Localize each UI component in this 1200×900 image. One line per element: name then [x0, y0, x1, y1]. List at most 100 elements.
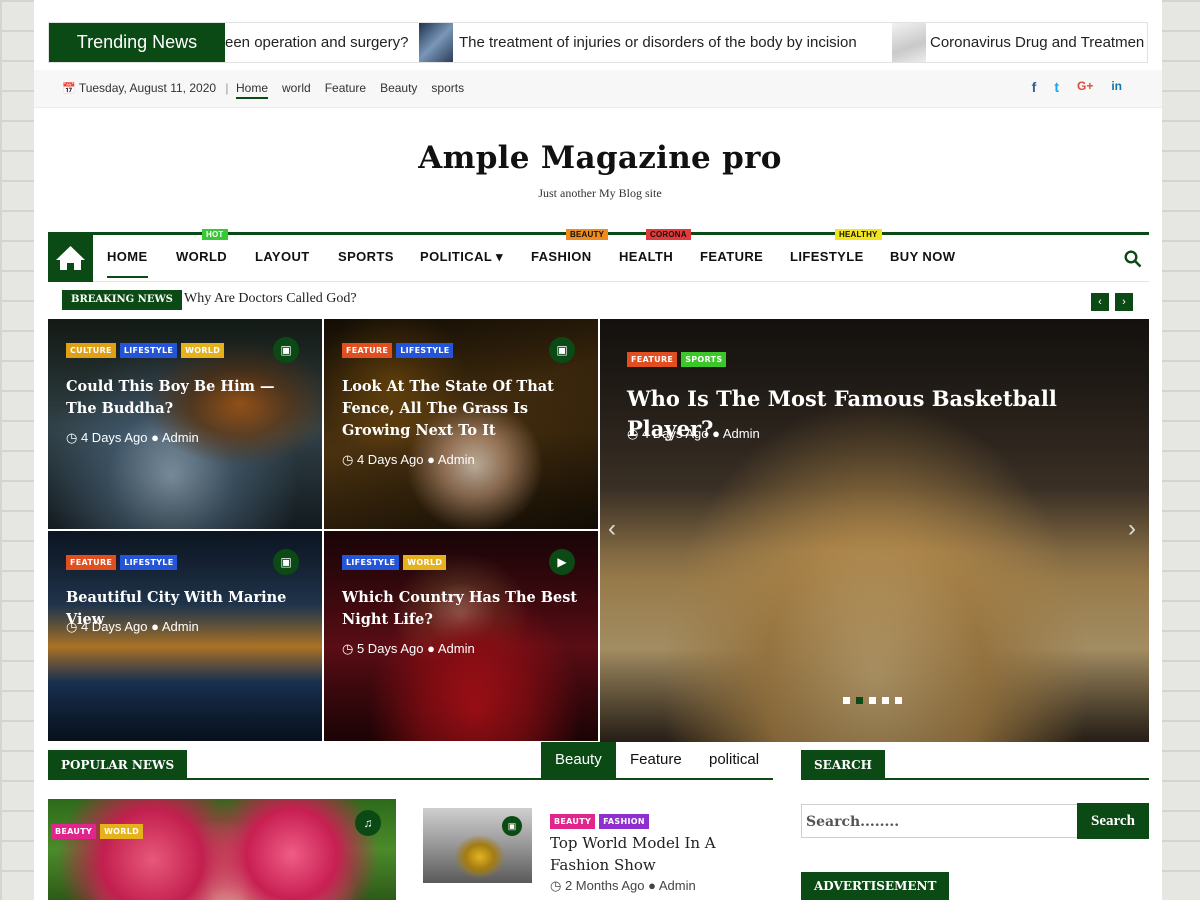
tab-political[interactable]: political	[695, 742, 773, 778]
nav-political[interactable]: POLITICAL ▾	[420, 249, 503, 265]
slider-prev-arrow[interactable]: ‹	[608, 515, 616, 543]
breaking-prev-button[interactable]: ‹	[1091, 293, 1109, 311]
clock-icon: ◷	[66, 430, 78, 445]
nav-layout[interactable]: LAYOUT	[255, 249, 310, 264]
trending-label: Trending News	[49, 23, 225, 62]
tag-world[interactable]: WORLD	[100, 824, 144, 839]
card-meta: ◷ 4 Days Ago ● Admin	[66, 619, 199, 635]
tab-beauty[interactable]: Beauty	[541, 742, 616, 778]
tag-sports[interactable]: SPORTS	[681, 352, 727, 367]
nav-health[interactable]: HEALTH	[619, 249, 673, 264]
home-button[interactable]	[48, 234, 93, 282]
popular-big-card[interactable]: BEAUTY WORLD ♫	[48, 799, 396, 900]
image-icon: ▣	[502, 816, 522, 836]
popular-news-heading: POPULAR NEWS	[48, 750, 188, 780]
tag-feature[interactable]: FEATURE	[342, 343, 393, 358]
tag-culture[interactable]: CULTURE	[66, 343, 116, 358]
twitter-icon[interactable]: t	[1054, 79, 1059, 95]
popular-item-thumbnail[interactable]: ▣	[423, 808, 532, 883]
trending-item[interactable]: Coronavirus Drug and Treatmen	[930, 23, 1144, 62]
google-plus-icon[interactable]: G+	[1077, 79, 1093, 95]
search-divider	[801, 778, 1149, 780]
card-title[interactable]: Look At The State Of That Fence, All The…	[342, 376, 582, 442]
top-nav-home[interactable]: Home	[236, 81, 269, 99]
tag-world[interactable]: WORLD	[181, 343, 225, 358]
tag-lifestyle[interactable]: LIFESTYLE	[396, 343, 454, 358]
search-input[interactable]: Search........	[801, 804, 1078, 838]
badge-healthy: HEALTHY	[835, 229, 882, 240]
card-author[interactable]: Admin	[162, 619, 199, 634]
tag-feature[interactable]: FEATURE	[66, 555, 117, 570]
nav-sports[interactable]: SPORTS	[338, 249, 394, 264]
nav-feature[interactable]: FEATURE	[700, 249, 763, 264]
tag-fashion[interactable]: FASHION	[599, 814, 649, 829]
article-card[interactable]: LIFESTYLE WORLD ▶ Which Country Has The …	[324, 531, 598, 741]
audio-icon: ♫	[355, 810, 381, 836]
slider-dot[interactable]	[882, 697, 889, 704]
tag-beauty[interactable]: BEAUTY	[51, 824, 97, 839]
tag-lifestyle[interactable]: LIFESTYLE	[119, 343, 178, 358]
search-button[interactable]: Search	[1077, 803, 1149, 839]
site-title[interactable]: Ample Magazine pro	[0, 140, 1200, 176]
slider-dot[interactable]	[843, 697, 850, 704]
search-heading: SEARCH	[801, 750, 885, 780]
popular-item-author[interactable]: Admin	[659, 878, 696, 893]
slider-author[interactable]: Admin	[723, 426, 760, 441]
card-title[interactable]: Could This Boy Be Him — The Buddha?	[66, 376, 301, 420]
nav-lifestyle[interactable]: LIFESTYLE	[790, 249, 864, 264]
user-icon: ●	[151, 430, 159, 445]
card-author[interactable]: Admin	[162, 430, 199, 445]
popular-item-tags: BEAUTY FASHION	[550, 814, 649, 829]
image-icon: ▣	[273, 337, 299, 363]
top-nav-beauty[interactable]: Beauty	[380, 81, 417, 99]
user-icon: ●	[151, 619, 159, 634]
nav-home[interactable]: HOME	[107, 249, 148, 278]
nav-world[interactable]: WORLD	[176, 249, 227, 264]
slider-dot[interactable]	[895, 697, 902, 704]
calendar-icon: 📅	[62, 83, 76, 95]
card-tags: FEATURE LIFESTYLE	[342, 343, 454, 358]
top-nav-feature[interactable]: Feature	[325, 81, 366, 99]
tag-world[interactable]: WORLD	[403, 555, 447, 570]
top-nav-world[interactable]: world	[282, 81, 311, 99]
article-card[interactable]: FEATURE LIFESTYLE ▣ Look At The State Of…	[324, 319, 598, 529]
popular-item-title[interactable]: Top World Model In A Fashion Show	[550, 832, 770, 876]
popular-divider	[48, 778, 773, 780]
featured-slider[interactable]: FEATURE SPORTS Who Is The Most Famous Ba…	[600, 319, 1149, 742]
trending-item[interactable]: The treatment of injuries or disorders o…	[459, 23, 857, 62]
date-display: 📅 Tuesday, August 11, 2020 |	[62, 81, 229, 95]
popular-big-tags: BEAUTY WORLD	[51, 824, 144, 839]
slider-time: 4 Days Ago	[641, 426, 709, 441]
tag-lifestyle[interactable]: LIFESTYLE	[342, 555, 400, 570]
nav-buy-now[interactable]: BUY NOW	[890, 249, 955, 264]
linkedin-icon[interactable]: in	[1111, 79, 1122, 95]
card-title[interactable]: Which Country Has The Best Night Life?	[342, 587, 587, 631]
card-tags: FEATURE LIFESTYLE	[66, 555, 178, 570]
tag-feature[interactable]: FEATURE	[627, 352, 678, 367]
chevron-down-icon: ▾	[496, 249, 503, 264]
trending-thumbnail[interactable]	[892, 23, 926, 62]
tag-lifestyle[interactable]: LIFESTYLE	[120, 555, 178, 570]
nav-fashion[interactable]: FASHION	[531, 249, 592, 264]
breaking-text[interactable]: Why Are Doctors Called God?	[184, 291, 357, 307]
card-author[interactable]: Admin	[438, 452, 475, 467]
top-nav-sports[interactable]: sports	[431, 81, 464, 99]
article-card[interactable]: FEATURE LIFESTYLE ▣ Beautiful City With …	[48, 531, 322, 741]
card-meta: ◷ 4 Days Ago ● Admin	[342, 452, 475, 468]
slider-dot[interactable]	[869, 697, 876, 704]
card-tags: LIFESTYLE WORLD	[342, 555, 447, 570]
article-card[interactable]: CULTURE LIFESTYLE WORLD ▣ Could This Boy…	[48, 319, 322, 529]
breaking-label: BREAKING NEWS	[62, 290, 182, 310]
slider-next-arrow[interactable]: ›	[1128, 515, 1136, 543]
tab-feature[interactable]: Feature	[616, 742, 696, 778]
tag-beauty[interactable]: BEAUTY	[550, 814, 596, 829]
slider-dot[interactable]	[856, 697, 863, 704]
search-icon[interactable]	[1124, 250, 1142, 268]
card-author[interactable]: Admin	[438, 641, 475, 656]
top-bar: 📅 Tuesday, August 11, 2020 | Home world …	[34, 70, 1162, 108]
trending-item[interactable]: een operation and surgery?	[225, 23, 408, 62]
trending-thumbnail[interactable]	[419, 23, 453, 62]
user-icon: ●	[712, 426, 720, 441]
breaking-next-button[interactable]: ›	[1115, 293, 1133, 311]
facebook-icon[interactable]: f	[1032, 79, 1037, 95]
